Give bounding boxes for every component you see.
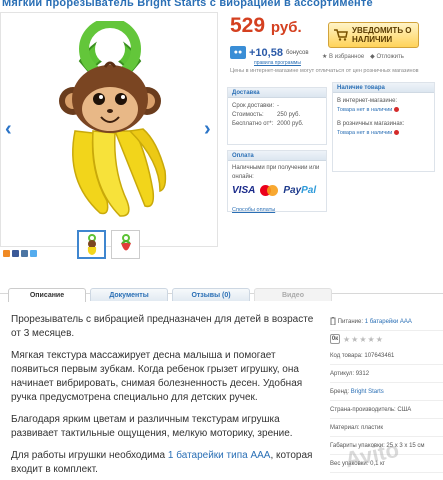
spec-article: Артикул: 9312 [330,365,443,383]
paypal-logo-part1: Pay [283,185,302,196]
spec-power: Питание: 1 батарейки AAA [330,313,443,331]
paypal-logo-part2: Pal [301,185,317,196]
retail-stock-text: Товара нет в наличии [337,130,393,136]
delivery-row-label: Бесплатно от*: [232,121,274,127]
notify-button-label: Уведомить о наличии [352,26,412,44]
description-paragraph: Мягкая текстура массажирует десна малыша… [11,350,303,403]
online-stock-text: Товара нет в наличии [337,107,393,113]
track-link[interactable]: ◆ Отложить [370,53,404,60]
bonus-block: ●● +10,58 бонусов [230,46,309,59]
thumbnail-strip [77,230,140,259]
price: 529 руб. [230,14,302,38]
delivery-row-label: Срок доставки: [232,103,274,109]
delivery-rows: Срок доставки: - Стоимость: 250 руб. Беспл… [228,98,326,129]
odnoklassniki-icon[interactable] [3,250,10,257]
next-image-arrow[interactable]: › [204,118,211,141]
spec-code: Код товара: 107643461 [330,347,443,365]
age-rating-badge: 0к [330,334,340,344]
bonus-card-icon: ●● [230,46,246,59]
bonus-rules-link[interactable]: правила программы [254,60,301,66]
spec-power-value[interactable]: 1 батарейки AAA [365,319,412,325]
rating-stars[interactable]: ★★★★★ [343,335,384,344]
product-gallery: ‹ › [0,12,218,259]
delivery-row-label: Стоимость: [232,112,264,118]
prev-image-arrow[interactable]: ‹ [5,118,12,141]
thumbnail-monkey-image [87,233,96,255]
payment-logos: VISA PayPal [228,182,326,199]
facebook-icon[interactable] [12,250,19,257]
monkey-eye-right [115,93,127,105]
description-text: Для работы игрушки необходима [11,450,168,461]
social-share [3,250,37,257]
tab-description[interactable]: Описание [8,288,86,302]
battery-icon [330,317,336,326]
delivery-heading: Доставка [228,88,326,98]
description-paragraph: Для работы игрушки необходима 1 батарейк… [11,449,318,477]
retail-stock-status[interactable]: Товара нет в наличии [333,129,434,138]
monkey-eye-shine-right [121,95,125,99]
price-currency: руб. [270,19,302,36]
cart-icon [334,29,348,41]
monkey-eye-left [93,93,105,105]
payment-panel: Оплата Наличными при получении или онлай… [227,150,327,213]
tab-reviews[interactable]: Отзывы (0) [172,288,250,301]
delivery-row-value: 2000 руб. [277,121,304,127]
online-stock-status[interactable]: Товара нет в наличии [333,106,434,115]
track-label: Отложить [376,54,404,60]
spec-brand-label: Бренд: [330,389,350,395]
visa-logo: VISA [232,185,256,196]
monkey-nose [107,109,113,113]
availability-heading: Наличие товара [333,83,434,93]
price-note: Цены в интернет-магазине могут отличатьс… [230,68,419,74]
thumbnail-strawberry-image [120,233,131,250]
tab-video: Видео [254,288,332,301]
favorite-label: В избранное [329,54,365,60]
thumbnail-strawberry[interactable] [111,230,140,259]
online-store-label: В интернет-магазине: [337,98,398,104]
tab-documents[interactable]: Документы [90,288,168,301]
payment-methods-link[interactable]: Способы оплаты [228,207,326,213]
payment-subtitle: Наличными при получении или онлайн: [232,165,320,180]
monkey-eye-shine-left [99,95,103,99]
bonus-value: +10,58 [249,46,283,59]
handle-ring-inner [95,34,125,64]
spec-power-label: Питание: [337,319,364,325]
delivery-panel: Доставка Срок доставки: - Стоимость: 250 р… [227,87,327,145]
out-of-stock-icon [394,130,400,136]
description-paragraph: Прорезыватель с вибрацией предназначен д… [11,314,314,339]
page: Мягкий прорезыватель Bright Starts с виб… [0,0,443,480]
notify-availability-button[interactable]: Уведомить о наличии [328,22,419,48]
delivery-row: Бесплатно от*: 2000 руб. [228,120,326,129]
favorite-actions: ★ В избранное ◆ Отложить [322,53,404,60]
vk-icon[interactable] [21,250,28,257]
mastercard-logo [260,185,279,196]
favorite-link[interactable]: ★ В избранное [322,53,364,60]
availability-panel: Наличие товара В интернет-магазине: Това… [332,82,435,172]
thumbnail-monkey[interactable] [77,230,106,259]
product-description: Прорезыватель с вибрацией предназначен д… [11,313,318,480]
spec-material: Материал: пластик [330,419,443,437]
battery-link[interactable]: 1 батарейки типа AAA [168,450,271,461]
twitter-icon[interactable] [30,250,37,257]
retail-store-label: В розничных магазинах: [337,121,405,127]
product-title: Мягкий прорезыватель Bright Starts с виб… [2,0,373,9]
price-value: 529 [230,14,266,37]
spec-brand-link[interactable]: Bright Starts [351,389,384,395]
delivery-row: Стоимость: 250 руб. [228,111,326,120]
delivery-row: Срок доставки: - [228,102,326,111]
out-of-stock-icon [394,107,400,113]
paypal-logo: PayPal [283,185,316,196]
description-paragraph: Благодаря ярким цветам и различным текст… [11,414,293,439]
payment-heading: Оплата [228,151,326,161]
delivery-row-value: - [277,103,279,109]
bonus-label: бонусов [285,49,309,56]
spec-brand: Бренд: Bright Starts [330,383,443,401]
spec-country: Страна-производитель: США [330,401,443,419]
product-image [59,21,167,217]
age-rating: 0к ★★★★★ [330,331,443,347]
delivery-row-value: 250 руб. [277,112,301,118]
